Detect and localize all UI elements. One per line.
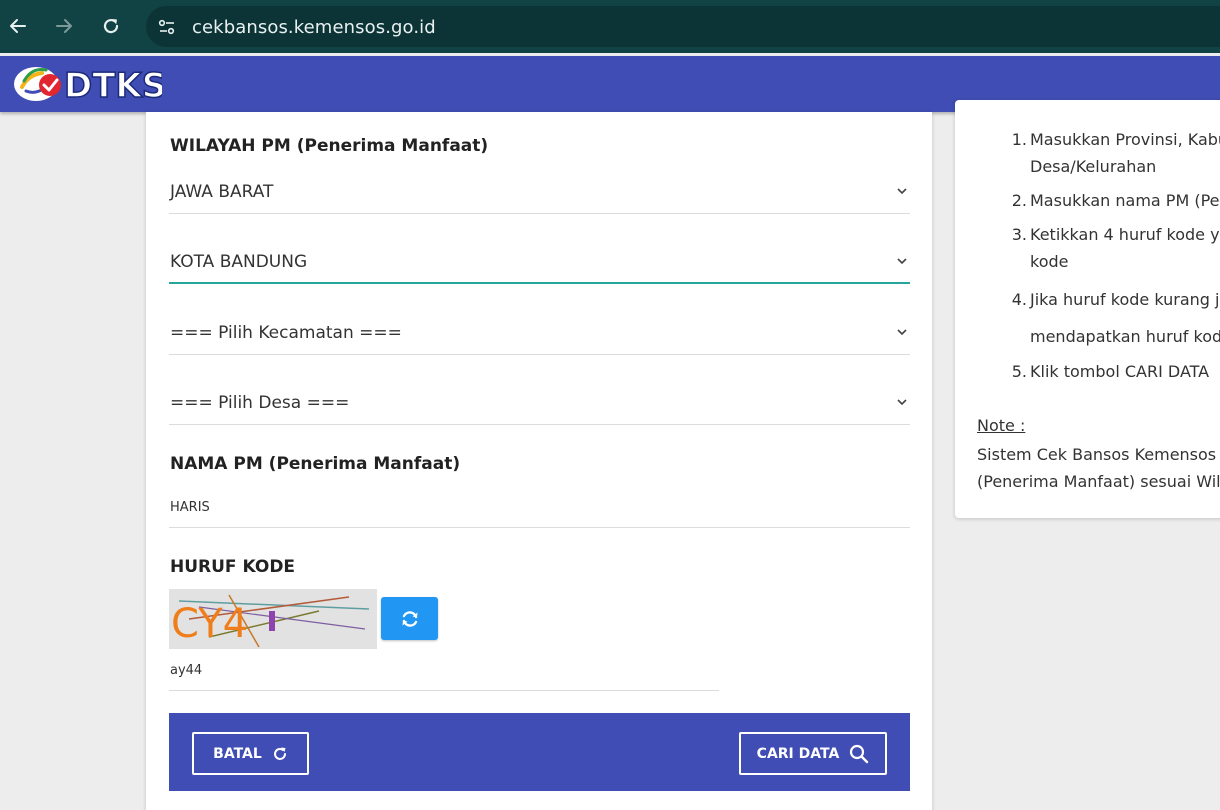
svg-text:CY4: CY4 (171, 601, 248, 647)
dtks-logo[interactable]: DTKS (12, 61, 167, 107)
arrow-left-icon (10, 19, 26, 33)
instructions-card: 1. Masukkan Provinsi, Kabu Desa/Keluraha… (955, 100, 1220, 518)
site-info-button[interactable] (154, 14, 180, 40)
tune-icon (158, 19, 175, 35)
note-text: Sistem Cek Bansos Kemensos a (977, 445, 1220, 464)
search-icon (850, 744, 869, 763)
captcha-refresh-button[interactable] (381, 597, 438, 640)
reload-icon (103, 18, 119, 34)
address-bar[interactable]: cekbansos.kemensos.go.id (146, 6, 1220, 47)
kode-title: HURUF KODE (170, 557, 296, 577)
chevron-down-icon (897, 188, 907, 195)
arrow-right-icon (56, 19, 72, 33)
nama-value: HARIS (170, 500, 210, 515)
url-text[interactable]: cekbansos.kemensos.go.id (192, 17, 436, 38)
refresh-icon (402, 610, 417, 627)
back-button[interactable] (3, 11, 33, 41)
search-form-card: WILAYAH PM (Penerima Manfaat) JAWA BARAT… (146, 112, 932, 810)
cari-data-label: CARI DATA (756, 745, 840, 762)
chevron-down-icon (897, 399, 907, 406)
dtks-logo-mark: DTKS (14, 65, 167, 107)
nama-title: NAMA PM (Penerima Manfaat) (170, 454, 461, 474)
kecamatan-placeholder: === Pilih Kecamatan === (170, 323, 402, 343)
batal-button[interactable]: BATAL (192, 732, 309, 775)
kabupaten-value: KOTA BANDUNG (170, 252, 308, 272)
reload-icon (273, 747, 286, 760)
reload-button[interactable] (96, 11, 126, 41)
action-bar: BATAL CARI DATA (169, 713, 910, 791)
forward-button[interactable] (49, 11, 79, 41)
provinsi-select[interactable]: JAWA BARAT (169, 170, 910, 214)
captcha-graphic: CY4 (171, 594, 370, 648)
svg-text:DTKS: DTKS (64, 66, 162, 106)
captcha-image: CY4 (169, 589, 377, 649)
desa-placeholder: === Pilih Desa === (170, 393, 350, 413)
note-text: (Penerima Manfaat) sesuai Wil (977, 472, 1220, 491)
note-label: Note : (977, 416, 1026, 435)
chevron-down-icon (897, 329, 907, 336)
cari-data-button[interactable]: CARI DATA (739, 732, 887, 775)
kode-value: ay44 (170, 663, 203, 678)
batal-label: BATAL (213, 745, 262, 762)
kabupaten-select[interactable]: KOTA BANDUNG (169, 240, 910, 284)
desa-select[interactable]: === Pilih Desa === (169, 381, 910, 425)
kode-input[interactable]: ay44 (169, 651, 719, 691)
provinsi-value: JAWA BARAT (170, 182, 274, 202)
chevron-down-icon (897, 258, 907, 265)
wilayah-title: WILAYAH PM (Penerima Manfaat) (170, 136, 489, 156)
nama-input[interactable]: HARIS (169, 488, 910, 528)
browser-toolbar: cekbansos.kemensos.go.id (0, 0, 1220, 53)
kecamatan-select[interactable]: === Pilih Kecamatan === (169, 311, 910, 355)
